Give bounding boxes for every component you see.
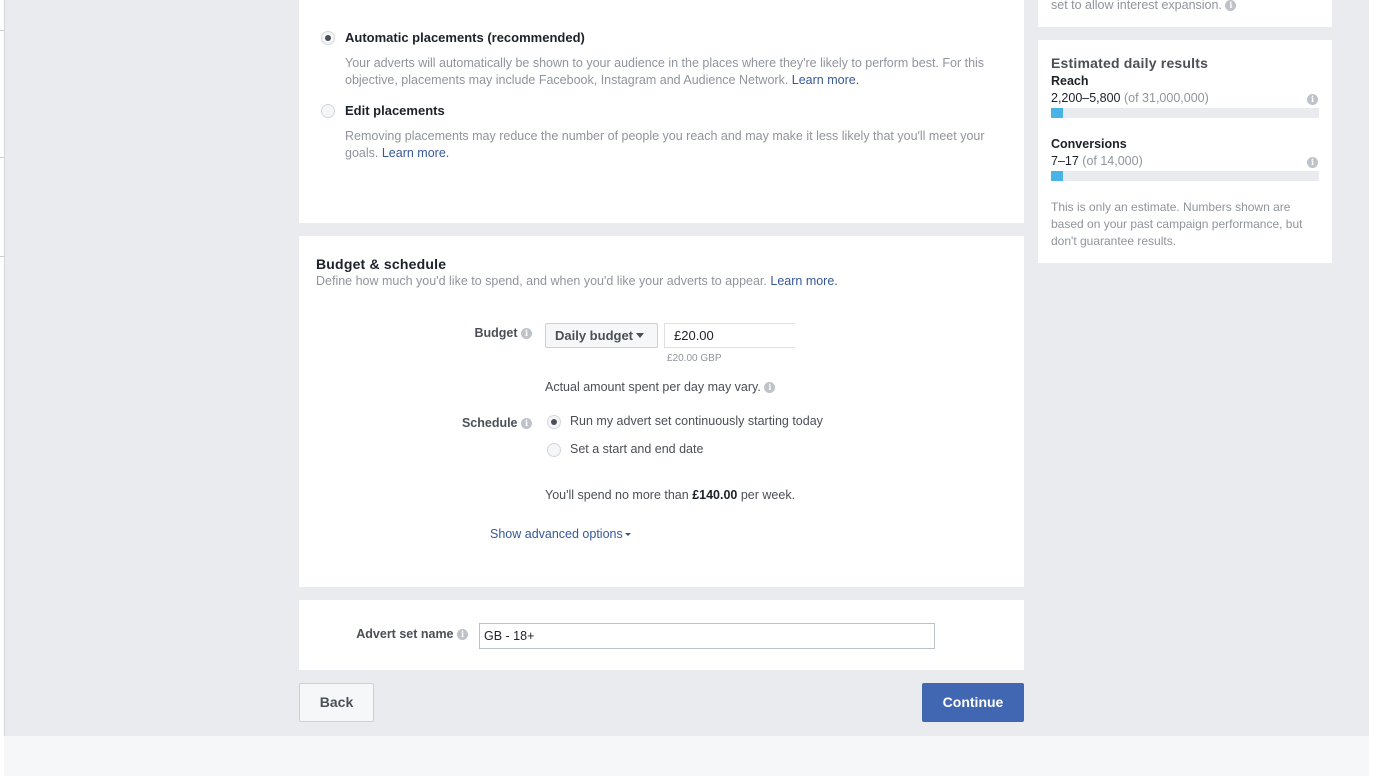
budget-variance-note: Actual amount spent per day may vary. i [545,380,776,394]
interest-expansion-note: set to allow interest expansion. i [1051,0,1237,12]
conversions-bar-fill [1051,171,1064,181]
weekly-spend-amount: £140.00 [692,488,738,502]
interest-expansion-info-icon[interactable]: i [1225,0,1237,12]
budget-info-icon[interactable]: i [521,328,532,340]
edit-placements-learn-more-link[interactable]: Learn more. [382,146,449,160]
weekly-spend-note: You'll spend no more than £140.00 per we… [545,488,795,502]
budget-label-text: Budget [474,326,518,340]
budget-schedule-card [299,236,1024,587]
edit-placements-title[interactable]: Edit placements [345,103,445,118]
interest-expansion-text: set to allow interest expansion. [1051,0,1222,12]
reach-info-icon[interactable]: i [1307,94,1318,105]
reach-bar-track [1051,108,1319,118]
conversions-range: 7–17 [1051,154,1079,168]
edit-placements-radio[interactable] [321,104,335,118]
budget-type-dropdown[interactable]: Daily budget [545,323,658,348]
left-divider-mark [0,30,4,31]
caret-down-icon [624,533,631,537]
continue-button[interactable]: Continue [922,683,1024,722]
conversions-value: 7–17 (of 14,000) [1051,154,1143,168]
schedule-continuous-label[interactable]: Run my advert set continuously starting … [570,414,823,428]
budget-type-label: Daily budget [555,328,634,343]
left-divider-mark [0,157,4,158]
left-divider-mark [0,256,4,257]
automatic-placements-description: Your adverts will automatically be shown… [345,55,1005,89]
advert-set-name-label: Advert set name i [330,627,468,641]
conversions-bar-track [1051,171,1319,181]
reach-value: 2,200–5,800 (of 31,000,000) [1051,91,1209,105]
budget-schedule-subtitle-text: Define how much you'd like to spend, and… [316,274,767,288]
automatic-placements-learn-more-link[interactable]: Learn more. [792,73,859,87]
reach-total: (of 31,000,000) [1124,91,1209,105]
schedule-start-end-label[interactable]: Set a start and end date [570,442,703,456]
back-button[interactable]: Back [299,683,374,722]
budget-learn-more-link[interactable]: Learn more. [770,274,837,288]
weekly-spend-prefix: You'll spend no more than [545,488,689,502]
advert-set-name-input[interactable]: GB - 18+ [479,623,935,649]
show-advanced-options-link[interactable]: Show advanced options [490,527,631,541]
schedule-info-icon[interactable]: i [521,418,532,430]
schedule-label: Schedule i [430,416,532,430]
budget-variance-text: Actual amount spent per day may vary. [545,380,761,394]
automatic-placements-title[interactable]: Automatic placements (recommended) [345,30,585,45]
budget-amount-input[interactable]: £20.00 [664,323,795,348]
schedule-continuous-radio[interactable] [547,415,561,429]
budget-currency-note: £20.00 GBP [667,353,722,364]
budget-schedule-subtitle: Define how much you'd like to spend, and… [316,274,838,288]
conversions-label: Conversions [1051,137,1127,151]
weekly-spend-suffix: per week. [740,488,796,502]
budget-variance-info-icon[interactable]: i [764,382,776,394]
conversions-info-icon[interactable]: i [1307,157,1318,168]
automatic-placements-radio[interactable] [321,31,335,45]
advert-set-name-info-icon[interactable]: i [457,629,468,641]
show-advanced-options-text[interactable]: Show advanced options [490,527,623,541]
conversions-total: (of 14,000) [1082,154,1143,168]
budget-label: Budget i [430,326,532,340]
reach-label: Reach [1051,74,1089,88]
automatic-placements-text: Your adverts will automatically be shown… [345,56,985,87]
estimated-results-title: Estimated daily results [1051,55,1209,71]
caret-down-icon [636,332,645,338]
bottom-strip [4,736,1369,776]
budget-schedule-title: Budget & schedule [316,256,447,272]
estimate-disclaimer: This is only an estimate. Numbers shown … [1051,200,1303,248]
advert-set-name-label-text: Advert set name [356,627,454,641]
reach-bar-fill [1051,108,1064,118]
reach-range: 2,200–5,800 [1051,91,1121,105]
schedule-label-text: Schedule [461,416,518,430]
schedule-start-end-radio[interactable] [547,443,561,457]
edit-placements-description: Removing placements may reduce the numbe… [345,128,1005,162]
